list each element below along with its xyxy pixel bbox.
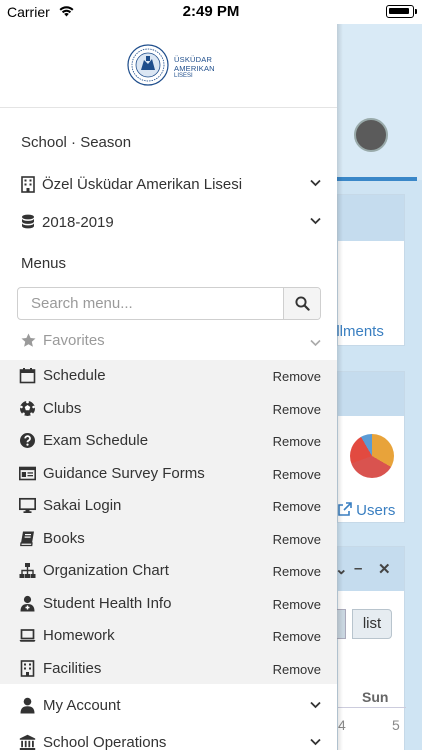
search-input[interactable] (18, 288, 284, 319)
database-icon (22, 214, 34, 229)
favorite-item-guidance-survey-forms[interactable]: Guidance Survey Forms Remove (0, 458, 337, 490)
chevron-down-icon (310, 738, 321, 746)
favorite-item-label: Student Health Info (43, 594, 172, 612)
calendar-list-button[interactable]: list (352, 609, 392, 639)
favorite-item-label: Facilities (43, 659, 102, 677)
card-header: ⌄ – ✕ (337, 547, 404, 591)
menu-group-label: My Account (43, 697, 121, 714)
calendar-divider (338, 707, 406, 708)
favorite-item-homework[interactable]: Homework Remove (0, 620, 337, 652)
favorite-item-books[interactable]: Books Remove (0, 523, 337, 555)
dashboard-card-enrollments: ollments (337, 194, 405, 346)
favorite-item-label: Schedule (43, 367, 106, 384)
header-accent-line (337, 177, 417, 181)
id-card-icon (19, 466, 36, 480)
favorite-item-label: Clubs (43, 399, 82, 417)
navigation-drawer: ÜSKÜDAR AMERIKAN LISESI School · Season … (0, 24, 337, 750)
logo-text-line2: AMERIKAN (174, 64, 215, 73)
favorite-item-label: Homework (43, 627, 115, 644)
dashboard-card-users: Users (337, 371, 405, 523)
laptop-icon (19, 629, 36, 642)
status-bar: Carrier 2:49 PM (0, 0, 422, 24)
season-select[interactable]: 2018-2019 (21, 212, 321, 234)
question-circle-icon (20, 433, 35, 448)
remove-favorite-button[interactable]: Remove (273, 662, 321, 677)
calendar-icon (19, 368, 36, 384)
close-icon[interactable]: ✕ (378, 560, 391, 578)
favorites-label: Favorites (43, 332, 105, 349)
favorite-item-schedule[interactable]: Schedule Remove (0, 360, 337, 392)
school-select[interactable]: Özel Üsküdar Amerikan Lisesi (21, 174, 321, 196)
battery-icon (386, 5, 414, 18)
star-icon (21, 333, 36, 347)
school-select-value: Özel Üsküdar Amerikan Lisesi (42, 176, 243, 193)
school-seal-icon (127, 44, 169, 86)
desktop-icon (19, 497, 36, 513)
favorite-item-facilities[interactable]: Facilities Remove (0, 653, 337, 685)
book-icon (20, 531, 34, 546)
remove-favorite-button[interactable]: Remove (273, 467, 321, 482)
calendar-day-header: Sun (362, 689, 389, 705)
sitemap-icon (19, 563, 36, 578)
menu-group-my-account[interactable]: My Account (0, 690, 337, 722)
minimize-icon[interactable]: – (354, 560, 362, 577)
remove-favorite-button[interactable]: Remove (273, 564, 321, 579)
favorite-item-label: Organization Chart (43, 562, 169, 579)
calendar-date: 5 (392, 717, 400, 733)
season-select-value: 2018-2019 (42, 214, 114, 231)
remove-favorite-button[interactable]: Remove (273, 402, 321, 417)
remove-favorite-button[interactable]: Remove (273, 499, 321, 514)
card-header (338, 195, 404, 241)
page-header (337, 24, 422, 180)
building-icon (20, 659, 35, 677)
favorite-item-student-health-info[interactable]: Student Health Info Remove (0, 588, 337, 620)
search-icon (295, 296, 310, 311)
remove-favorite-button[interactable]: Remove (273, 629, 321, 644)
enrollments-link[interactable]: ollments (337, 323, 384, 340)
pie-chart (350, 434, 394, 478)
school-season-title: School · Season (21, 134, 132, 151)
soccer-ball-icon (20, 400, 35, 416)
menus-title: Menus (21, 255, 67, 272)
users-link[interactable]: Users (338, 502, 395, 519)
battery-tip (415, 9, 417, 14)
building-icon (21, 176, 35, 193)
logo-text-line1: ÜSKÜDAR (174, 55, 213, 64)
users-link-label: Users (356, 502, 396, 519)
remove-favorite-button[interactable]: Remove (273, 434, 321, 449)
chevron-down-icon (310, 217, 321, 225)
drawer-shadow (337, 24, 343, 750)
remove-favorite-button[interactable]: Remove (273, 532, 321, 547)
menu-group-label: School Operations (43, 734, 167, 750)
search-button[interactable] (283, 288, 320, 319)
favorite-item-exam-schedule[interactable]: Exam Schedule Remove (0, 425, 337, 457)
school-logo: ÜSKÜDAR AMERIKAN LISESI (0, 24, 337, 108)
favorites-toggle[interactable]: Favorites (21, 330, 321, 354)
favorite-item-label: Sakai Login (43, 497, 122, 514)
favorite-item-sakai-login[interactable]: Sakai Login Remove (0, 490, 337, 522)
favorite-item-clubs[interactable]: Clubs Remove (0, 393, 337, 425)
remove-favorite-button[interactable]: Remove (273, 369, 321, 384)
institution-icon (19, 734, 36, 750)
favorite-item-organization-chart[interactable]: Organization Chart Remove (0, 555, 337, 587)
chevron-down-icon (310, 339, 321, 347)
user-md-icon (20, 595, 35, 611)
favorites-list: Schedule Remove Clubs Remove Exam Schedu… (0, 360, 337, 684)
remove-favorite-button[interactable]: Remove (273, 597, 321, 612)
menu-search (17, 287, 321, 320)
dashboard-card-calendar: ⌄ – ✕ list Sun 4 5 (337, 546, 406, 750)
favorite-item-label: Books (43, 529, 85, 547)
logo-text-line3: LISESI (174, 73, 193, 79)
clock: 2:49 PM (182, 3, 240, 20)
favorite-item-label: Guidance Survey Forms (43, 464, 205, 482)
avatar[interactable] (354, 118, 388, 152)
favorite-item-label: Exam Schedule (43, 432, 149, 449)
background-page: ollments Users ⌄ – ✕ list Sun 4 5 (337, 24, 422, 750)
chevron-down-icon (310, 701, 321, 709)
menu-group-school-operations[interactable]: School Operations (0, 727, 337, 750)
chevron-down-icon (310, 179, 321, 187)
user-icon (20, 697, 35, 714)
card-header (338, 372, 404, 416)
